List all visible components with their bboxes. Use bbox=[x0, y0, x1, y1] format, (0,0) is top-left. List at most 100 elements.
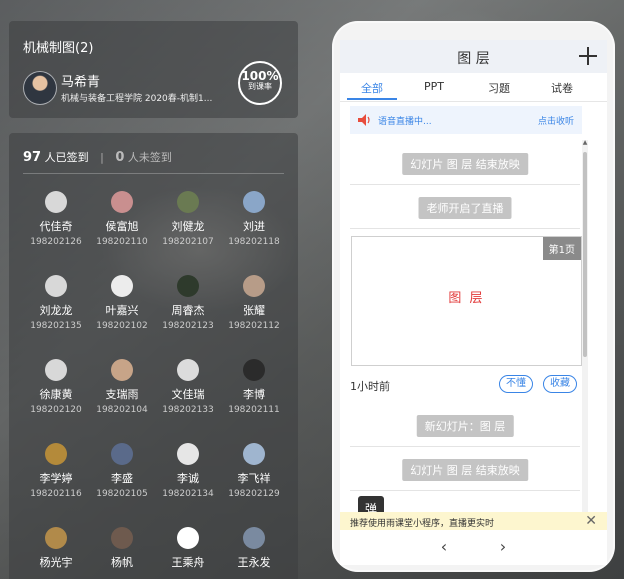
student-item[interactable]: 杨光宇 bbox=[23, 527, 89, 573]
summary-separator: | bbox=[100, 151, 104, 164]
student-avatar bbox=[177, 527, 199, 549]
student-avatar bbox=[111, 359, 133, 381]
chevron-left-icon[interactable]: ‹ bbox=[434, 537, 454, 557]
student-name: 王永发 bbox=[237, 556, 271, 569]
student-name: 侯富旭 bbox=[105, 220, 139, 233]
student-id: 198202104 bbox=[96, 405, 148, 415]
promo-text: 推荐使用雨课堂小程序，直播更实时 bbox=[350, 519, 495, 529]
student-item[interactable]: 徐康黄 198202120 bbox=[23, 359, 89, 415]
student-avatar bbox=[111, 443, 133, 465]
student-item[interactable]: 刘进 198202118 bbox=[221, 191, 287, 247]
tab-ppt[interactable]: PPT bbox=[409, 80, 459, 93]
attendance-summary: 97 人已签到 | 0 人未签到 bbox=[23, 149, 284, 169]
teacher-org: 机械与装备工程学院 2020春-机制1... bbox=[61, 94, 213, 104]
slide-page-badge: 第1页 bbox=[542, 237, 581, 260]
feed-event: 幻灯片 图 层 结束放映 bbox=[402, 153, 528, 175]
bottom-nav: ‹ › bbox=[340, 530, 607, 565]
feed-event: 老师开启了直播 bbox=[418, 197, 512, 219]
course-title: 机械制图(2) bbox=[23, 41, 94, 56]
scrollbar-thumb[interactable] bbox=[583, 152, 587, 357]
student-name: 李盛 bbox=[111, 472, 133, 485]
student-item[interactable]: 代佳奇 198202126 bbox=[23, 191, 89, 247]
student-avatar bbox=[243, 443, 265, 465]
student-avatar bbox=[177, 443, 199, 465]
slide-thumbnail[interactable]: 第1页 图 层 bbox=[351, 236, 582, 366]
feed-item: 老师开启了直播 bbox=[350, 184, 580, 229]
live-banner[interactable]: 语音直播中... 点击收听 bbox=[350, 106, 582, 134]
student-item[interactable]: 张耀 198202112 bbox=[221, 275, 287, 331]
student-item[interactable]: 支瑞雨 198202104 bbox=[89, 359, 155, 415]
collect-button[interactable]: 收藏 bbox=[543, 375, 577, 393]
student-avatar bbox=[45, 191, 67, 213]
close-icon[interactable]: ✕ bbox=[585, 512, 597, 530]
student-name: 徐康黄 bbox=[39, 388, 73, 401]
student-item[interactable]: 文佳瑞 198202133 bbox=[155, 359, 221, 415]
student-name: 张耀 bbox=[243, 304, 265, 317]
tab-exercises[interactable]: 习题 bbox=[474, 80, 524, 96]
promo-bar: 推荐使用雨课堂小程序，直播更实时 ✕ bbox=[340, 512, 607, 530]
active-tab-indicator bbox=[347, 98, 397, 100]
student-item[interactable]: 李飞祥 198202129 bbox=[221, 443, 287, 499]
scroll-up-icon[interactable]: ▲ bbox=[582, 140, 588, 146]
student-name: 杨帆 bbox=[111, 556, 133, 569]
time-ago: 1小时前 bbox=[350, 380, 390, 393]
page-title: 图 层 bbox=[457, 51, 490, 67]
student-item[interactable]: 侯富旭 198202110 bbox=[89, 191, 155, 247]
student-avatar bbox=[177, 275, 199, 297]
feed-item: 幻灯片 图 层 结束放映 bbox=[350, 140, 580, 185]
attendance-rate-value: 100% bbox=[241, 69, 279, 83]
student-avatar bbox=[45, 527, 67, 549]
add-icon[interactable] bbox=[579, 47, 597, 65]
student-item[interactable]: 王乘舟 bbox=[155, 527, 221, 573]
teacher-name: 马希青 bbox=[61, 75, 101, 90]
student-item[interactable]: 杨帆 bbox=[89, 527, 155, 573]
checked-label: 人已签到 bbox=[44, 151, 89, 164]
student-id: 198202102 bbox=[96, 321, 148, 331]
teacher-avatar bbox=[23, 71, 57, 105]
speaker-icon bbox=[358, 114, 370, 126]
student-item[interactable]: 刘龙龙 198202135 bbox=[23, 275, 89, 331]
student-item[interactable]: 李盛 198202105 bbox=[89, 443, 155, 499]
student-avatar bbox=[243, 275, 265, 297]
student-name: 代佳奇 bbox=[39, 220, 73, 233]
attendance-rate-badge: 100% 到课率 bbox=[238, 61, 282, 105]
attendance-panel: 97 人已签到 | 0 人未签到 代佳奇 198202126 侯富旭 19820211… bbox=[9, 133, 298, 579]
student-name: 王乘舟 bbox=[171, 556, 205, 569]
student-id: 198202135 bbox=[30, 321, 82, 331]
tab-exams[interactable]: 试卷 bbox=[537, 80, 587, 96]
student-item[interactable]: 李博 198202111 bbox=[221, 359, 287, 415]
student-name: 杨光宇 bbox=[39, 556, 73, 569]
student-item[interactable]: 李学婷 198202116 bbox=[23, 443, 89, 499]
student-id: 198202110 bbox=[96, 237, 148, 247]
student-item[interactable]: 周睿杰 198202123 bbox=[155, 275, 221, 331]
student-avatar bbox=[243, 191, 265, 213]
listen-link[interactable]: 点击收听 bbox=[538, 114, 574, 127]
student-avatar bbox=[111, 527, 133, 549]
student-item[interactable]: 李诚 198202134 bbox=[155, 443, 221, 499]
student-item[interactable]: 叶嘉兴 198202102 bbox=[89, 275, 155, 331]
unchecked-label: 人未签到 bbox=[127, 151, 172, 164]
slide-meta-row: 1小时前 不懂 收藏 bbox=[350, 374, 582, 398]
student-name: 李飞祥 bbox=[237, 472, 271, 485]
tab-all[interactable]: 全部 bbox=[347, 80, 397, 96]
student-avatar bbox=[111, 191, 133, 213]
student-name: 刘健龙 bbox=[171, 220, 205, 233]
scrollbar[interactable]: ▲ ▼ bbox=[582, 140, 588, 518]
student-avatar bbox=[177, 191, 199, 213]
feed-item: 幻灯片 图 层 结束放映 bbox=[350, 446, 580, 491]
feed-event: 新幻灯片：图 层 bbox=[416, 415, 514, 437]
live-status: 语音直播中... bbox=[378, 117, 432, 127]
dont-understand-button[interactable]: 不懂 bbox=[499, 375, 533, 393]
chevron-right-icon[interactable]: › bbox=[493, 537, 513, 557]
student-id: 198202105 bbox=[96, 489, 148, 499]
student-item[interactable]: 王永发 bbox=[221, 527, 287, 573]
student-avatar bbox=[111, 275, 133, 297]
student-id: 198202123 bbox=[162, 321, 214, 331]
course-card: 机械制图(2) 马希青 机械与装备工程学院 2020春-机制1... 100% … bbox=[9, 21, 298, 118]
student-item[interactable]: 刘健龙 198202107 bbox=[155, 191, 221, 247]
feed-event: 幻灯片 图 层 结束放映 bbox=[402, 459, 528, 481]
student-avatar bbox=[243, 359, 265, 381]
student-name: 李学婷 bbox=[39, 472, 73, 485]
checked-count: 97 bbox=[23, 150, 42, 165]
student-avatar bbox=[243, 527, 265, 549]
